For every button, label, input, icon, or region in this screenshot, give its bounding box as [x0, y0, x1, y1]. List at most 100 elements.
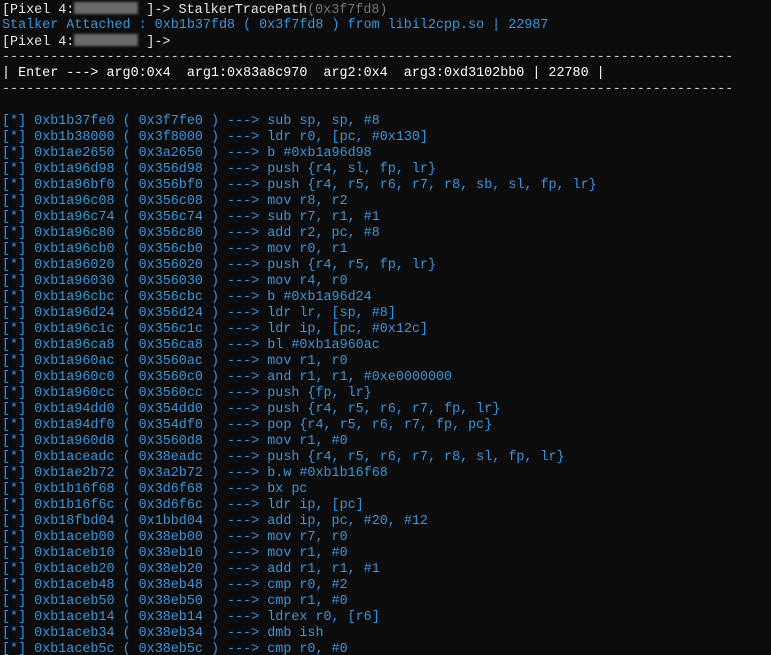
- trace-marker: [*]: [2, 354, 27, 369]
- trace-instruction: mov r1, r0: [267, 354, 348, 369]
- trace-line: [*] 0xb1b37fe0 ( 0x3f7fe0 ) ---> sub sp,…: [2, 114, 771, 130]
- trace-address: 0xb1aceb48: [34, 578, 115, 593]
- trace-line: [*] 0xb1a96c08 ( 0x356c08 ) ---> mov r8,…: [2, 194, 771, 210]
- trace-marker: [*]: [2, 594, 27, 609]
- trace-line: [*] 0xb1b16f68 ( 0x3d6f68 ) ---> bx pc: [2, 482, 771, 498]
- trace-address: 0xb1b16f68: [34, 482, 115, 497]
- trace-address: 0xb1a96c1c: [34, 322, 115, 337]
- trace-address: 0xb1a960c0: [34, 370, 115, 385]
- trace-address: 0xb1aceb50: [34, 594, 115, 609]
- trace-instruction: push {r4, sl, fp, lr}: [267, 162, 436, 177]
- trace-address: 0xb1a94dd0: [34, 402, 115, 417]
- trace-address: 0xb1a96bf0: [34, 178, 115, 193]
- trace-marker: [*]: [2, 642, 27, 655]
- trace-marker: [*]: [2, 226, 27, 241]
- trace-arrow: --->: [227, 642, 260, 655]
- trace-offset: ( 0x356c80 ): [122, 226, 219, 241]
- trace-arrow: --->: [227, 258, 260, 273]
- trace-arrow: --->: [227, 610, 260, 625]
- trace-marker: [*]: [2, 610, 27, 625]
- trace-arrow: --->: [227, 530, 260, 545]
- trace-line: [*] 0xb1a94dd0 ( 0x354dd0 ) ---> push {r…: [2, 402, 771, 418]
- terminal-window[interactable]: [Pixel 4: ]-> StalkerTracePath(0x3f7fd8)…: [0, 0, 771, 655]
- trace-offset: ( 0x356cb0 ): [122, 242, 219, 257]
- trace-arrow: --->: [227, 498, 260, 513]
- trace-address: 0xb1aceadc: [34, 450, 115, 465]
- trace-line: [*] 0xb1a96c74 ( 0x356c74 ) ---> sub r7,…: [2, 210, 771, 226]
- trace-line: [*] 0xb1a960d8 ( 0x3560d8 ) ---> mov r1,…: [2, 434, 771, 450]
- trace-address: 0xb1aceb5c: [34, 642, 115, 655]
- trace-instruction: cmp r0, #2: [267, 578, 348, 593]
- trace-instruction: ldr ip, [pc, #0x12c]: [267, 322, 428, 337]
- trace-offset: ( 0x3560c0 ): [122, 370, 219, 385]
- trace-marker: [*]: [2, 434, 27, 449]
- trace-arrow: --->: [227, 482, 260, 497]
- trace-instruction: add r1, r1, #1: [267, 562, 380, 577]
- trace-marker: [*]: [2, 162, 27, 177]
- trace-line: [*] 0xb1b38000 ( 0x3f8000 ) ---> ldr r0,…: [2, 130, 771, 146]
- trace-marker: [*]: [2, 402, 27, 417]
- trace-line: [*] 0xb1aceb50 ( 0x38eb50 ) ---> cmp r1,…: [2, 594, 771, 610]
- trace-address: 0xb1a94df0: [34, 418, 115, 433]
- trace-arrow: --->: [227, 226, 260, 241]
- command-name: StalkerTracePath: [178, 3, 308, 18]
- trace-address: 0xb1b16f6c: [34, 498, 115, 513]
- trace-address: 0xb1aceb10: [34, 546, 115, 561]
- trace-arrow: --->: [227, 418, 260, 433]
- trace-offset: ( 0x356c74 ): [122, 210, 219, 225]
- trace-arrow: --->: [227, 130, 260, 145]
- trace-offset: ( 0x38eb10 ): [122, 546, 219, 561]
- trace-marker: [*]: [2, 466, 27, 481]
- enter-box-top-border: ----------------------------------------…: [2, 50, 734, 65]
- trace-marker: [*]: [2, 450, 27, 465]
- trace-instruction: mov r1, #0: [267, 546, 348, 561]
- trace-line: [*] 0xb1a96ca8 ( 0x356ca8 ) ---> bl #0xb…: [2, 338, 771, 354]
- trace-offset: ( 0x3560cc ): [122, 386, 219, 401]
- trace-instruction: ldr r0, [pc, #0x130]: [267, 130, 428, 145]
- trace-arrow: --->: [227, 562, 260, 577]
- trace-arrow: --->: [227, 322, 260, 337]
- trace-arrow: --->: [227, 114, 260, 129]
- trace-instruction: pop {r4, r5, r6, r7, fp, pc}: [267, 418, 493, 433]
- trace-instruction: b #0xb1a96d98: [267, 146, 372, 161]
- trace-line: [*] 0xb1a96cb0 ( 0x356cb0 ) ---> mov r0,…: [2, 242, 771, 258]
- trace-address: 0xb1aceb00: [34, 530, 115, 545]
- trace-marker: [*]: [2, 274, 27, 289]
- trace-arrow: --->: [227, 290, 260, 305]
- trace-line: [*] 0xb1aceb20 ( 0x38eb20 ) ---> add r1,…: [2, 562, 771, 578]
- trace-arrow: --->: [227, 354, 260, 369]
- trace-address: 0xb1a960cc: [34, 386, 115, 401]
- trace-offset: ( 0x38eb5c ): [122, 642, 219, 655]
- trace-arrow: --->: [227, 546, 260, 561]
- trace-offset: ( 0x356d24 ): [122, 306, 219, 321]
- trace-line: [*] 0xb1b16f6c ( 0x3d6f6c ) ---> ldr ip,…: [2, 498, 771, 514]
- trace-line: [*] 0xb1a96cbc ( 0x356cbc ) ---> b #0xb1…: [2, 290, 771, 306]
- trace-instruction: dmb ish: [267, 626, 324, 641]
- trace-arrow: --->: [227, 194, 260, 209]
- trace-address: 0xb1a96cbc: [34, 290, 115, 305]
- trace-marker: [*]: [2, 338, 27, 353]
- trace-address: 0xb1a96ca8: [34, 338, 115, 353]
- trace-instruction: mov r8, r2: [267, 194, 348, 209]
- trace-arrow: --->: [227, 386, 260, 401]
- trace-instruction: push {r4, r5, fp, lr}: [267, 258, 436, 273]
- trace-marker: [*]: [2, 418, 27, 433]
- trace-offset: ( 0x354df0 ): [122, 418, 219, 433]
- trace-line: [*] 0xb1a960ac ( 0x3560ac ) ---> mov r1,…: [2, 354, 771, 370]
- trace-marker: [*]: [2, 210, 27, 225]
- trace-instruction: mov r1, #0: [267, 434, 348, 449]
- trace-instruction: mov r0, r1: [267, 242, 348, 257]
- trace-offset: ( 0x3a2b72 ): [122, 466, 219, 481]
- trace-instruction: mov r7, r0: [267, 530, 348, 545]
- trace-arrow: --->: [227, 434, 260, 449]
- command-arg: (0x3f7fd8): [307, 3, 388, 18]
- trace-marker: [*]: [2, 130, 27, 145]
- trace-address: 0xb1b37fe0: [34, 114, 115, 129]
- trace-instruction: bx pc: [267, 482, 308, 497]
- trace-instruction: cmp r0, #0: [267, 642, 348, 655]
- redacted-device-id: [74, 2, 139, 14]
- trace-offset: ( 0x356020 ): [122, 258, 219, 273]
- trace-arrow: --->: [227, 370, 260, 385]
- trace-marker: [*]: [2, 258, 27, 273]
- trace-output: [*] 0xb1b37fe0 ( 0x3f7fe0 ) ---> sub sp,…: [2, 114, 771, 655]
